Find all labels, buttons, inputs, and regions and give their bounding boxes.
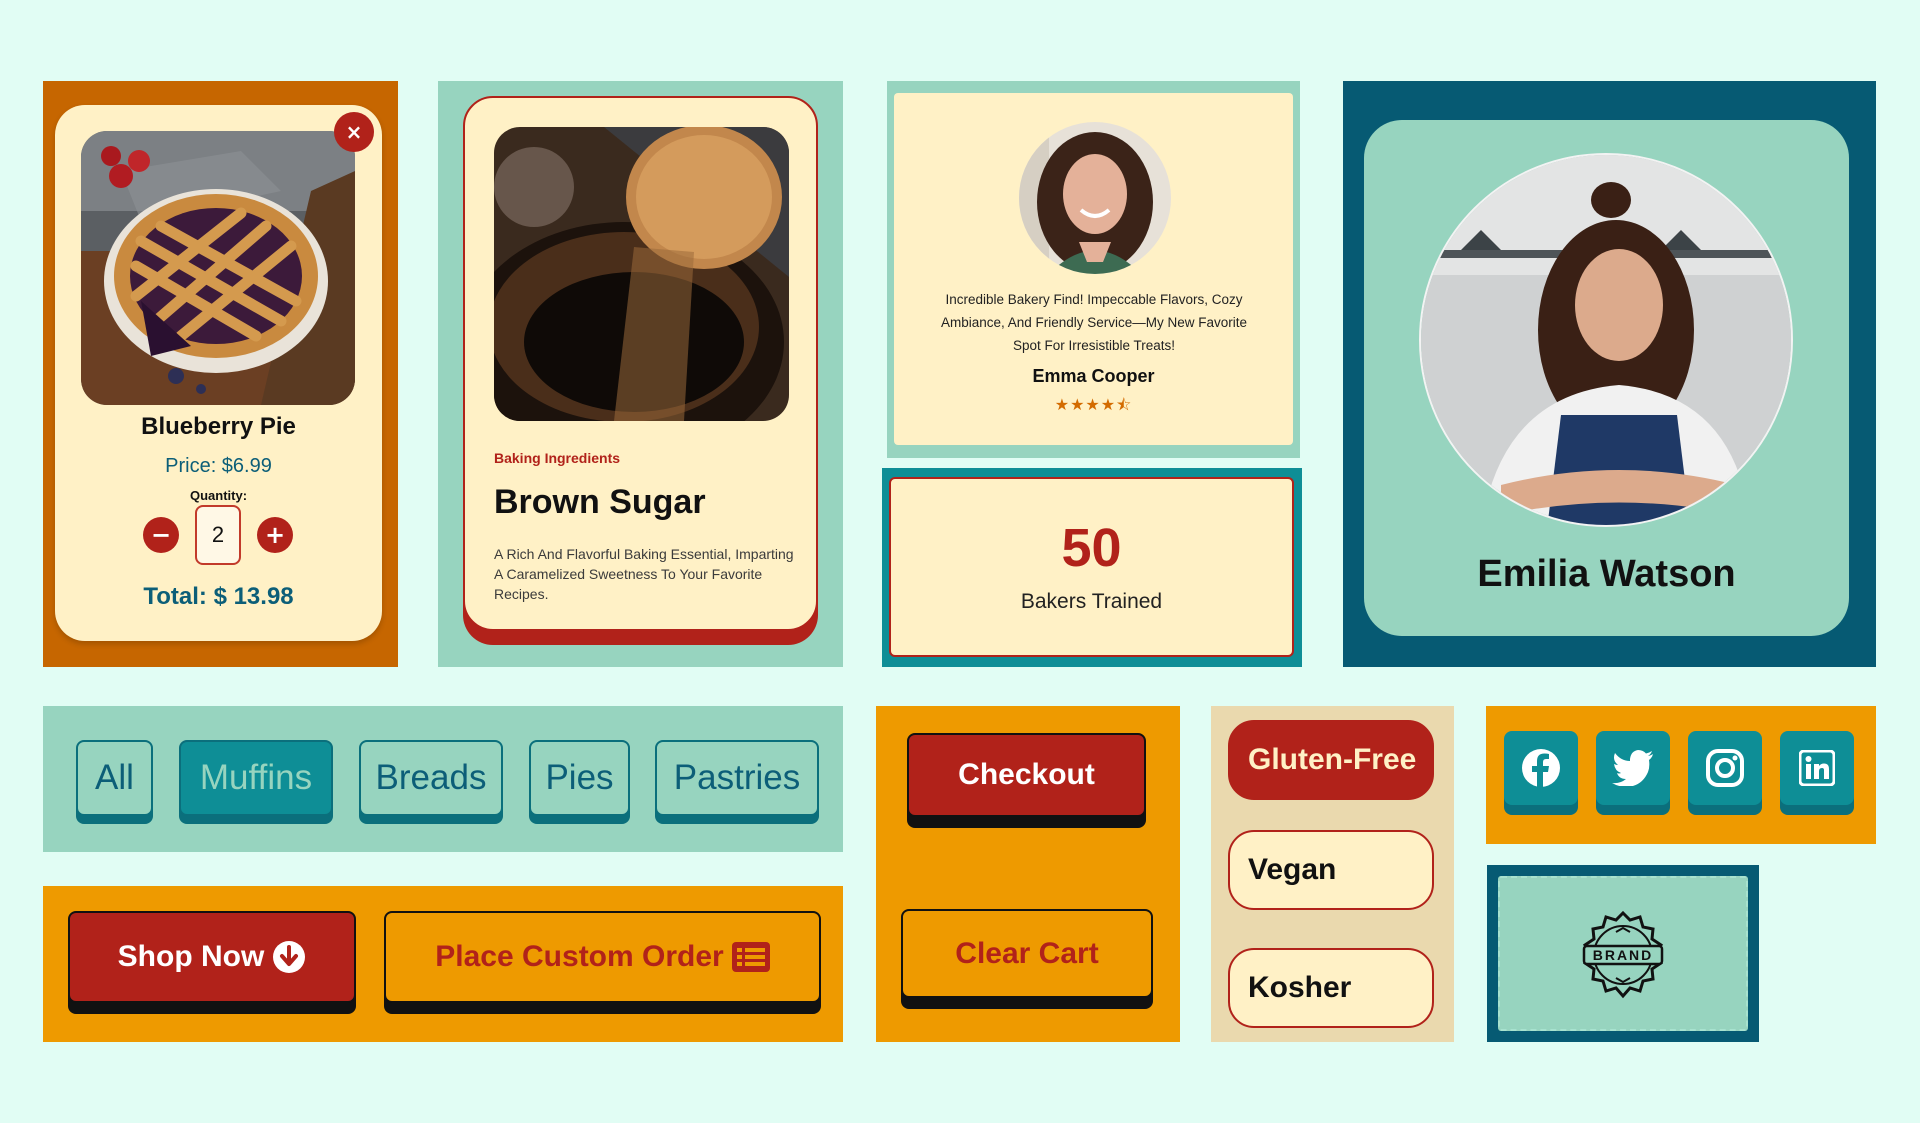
testimonial-text: Incredible Bakery Find! Impeccable Flavo… <box>940 292 1248 353</box>
brand-panel: BRAND <box>1487 865 1759 1042</box>
quantity-input[interactable] <box>195 505 241 565</box>
product-title: Blueberry Pie <box>141 413 296 440</box>
plus-icon: + <box>264 521 286 549</box>
minus-icon: − <box>150 521 172 549</box>
total-price: Total: $ 13.98 <box>143 583 294 610</box>
stat-number: 50 <box>1061 518 1122 578</box>
checkout-button[interactable]: Checkout <box>907 733 1146 817</box>
avatar <box>1019 122 1171 274</box>
brand-logo-text: BRAND <box>1593 947 1654 963</box>
dietary-tags-panel: Gluten-Free Vegan Kosher <box>1211 706 1454 1042</box>
ingredient-card-panel: Baking Ingredients Brown Sugar A Rich An… <box>438 81 843 667</box>
shop-now-button[interactable]: Shop Now <box>68 911 356 1003</box>
profile-card: Emilia Watson <box>1364 120 1849 636</box>
facebook-link[interactable] <box>1504 731 1578 805</box>
stat-card: 50 Bakers Trained <box>889 477 1294 657</box>
filter-pies[interactable]: Pies <box>529 740 630 816</box>
blueberry-pie-image <box>81 131 355 405</box>
social-links-panel <box>1486 706 1876 844</box>
avatar <box>1419 153 1793 527</box>
arrow-down-circle-icon <box>272 940 306 974</box>
product-card: × Blueberry Pie Price: $6.99 Quantity: −… <box>55 105 382 641</box>
filter-all[interactable]: All <box>76 740 153 816</box>
testimonial-card: Incredible Bakery Find! Impeccable Flavo… <box>894 93 1293 445</box>
profile-panel: Emilia Watson <box>1343 81 1876 667</box>
order-list-icon <box>731 942 770 972</box>
decrease-quantity-button[interactable]: − <box>143 517 179 553</box>
tag-kosher[interactable]: Kosher <box>1228 948 1434 1028</box>
brown-sugar-image <box>494 127 789 421</box>
ingredient-title: Brown Sugar <box>494 483 706 521</box>
increase-quantity-button[interactable]: + <box>257 517 293 553</box>
linkedin-link[interactable] <box>1780 731 1854 805</box>
testimonial-author: Emma Cooper <box>1032 366 1155 386</box>
filter-muffins[interactable]: Muffins <box>179 740 333 816</box>
shop-actions-panel: Shop Now Place Custom Order <box>43 886 843 1042</box>
facebook-icon <box>1521 748 1561 788</box>
tag-vegan[interactable]: Vegan <box>1228 830 1434 910</box>
ingredient-description: A Rich And Flavorful Baking Essential, I… <box>494 546 794 602</box>
tag-gluten-free[interactable]: Gluten-Free <box>1228 720 1434 800</box>
stat-label: Bakers Trained <box>1020 590 1163 613</box>
filter-breads[interactable]: Breads <box>359 740 503 816</box>
ingredient-card[interactable]: Baking Ingredients Brown Sugar A Rich An… <box>463 96 818 631</box>
close-icon: × <box>345 120 363 144</box>
brand-card: BRAND <box>1498 876 1748 1031</box>
place-custom-order-button[interactable]: Place Custom Order <box>384 911 821 1003</box>
twitter-link[interactable] <box>1596 731 1670 805</box>
instagram-link[interactable] <box>1688 731 1762 805</box>
brand-logo-icon: BRAND <box>1578 910 1668 1000</box>
cart-actions-panel: Checkout Clear Cart <box>876 706 1180 1042</box>
remove-item-button[interactable]: × <box>334 112 374 152</box>
ingredient-category: Baking Ingredients <box>494 450 621 466</box>
twitter-icon <box>1612 750 1654 786</box>
category-filter-panel: All Muffins Breads Pies Pastries <box>43 706 843 852</box>
profile-name: Emilia Watson <box>1477 553 1736 595</box>
clear-cart-button[interactable]: Clear Cart <box>901 909 1153 998</box>
custom-order-label: Place Custom Order <box>435 940 724 973</box>
stat-panel: 50 Bakers Trained <box>882 468 1302 667</box>
filter-pastries[interactable]: Pastries <box>655 740 819 816</box>
product-price: Price: $6.99 <box>165 455 272 477</box>
star-rating-icon: ★★★★⯪ <box>1054 395 1133 414</box>
quantity-label: Quantity: <box>189 488 248 503</box>
linkedin-icon <box>1799 750 1835 786</box>
star-rating: ★★★★⯪ <box>894 394 1293 421</box>
instagram-icon <box>1706 749 1744 787</box>
shop-now-label: Shop Now <box>117 940 265 973</box>
testimonial-panel: Incredible Bakery Find! Impeccable Flavo… <box>887 81 1300 458</box>
product-card-panel: × Blueberry Pie Price: $6.99 Quantity: −… <box>43 81 398 667</box>
